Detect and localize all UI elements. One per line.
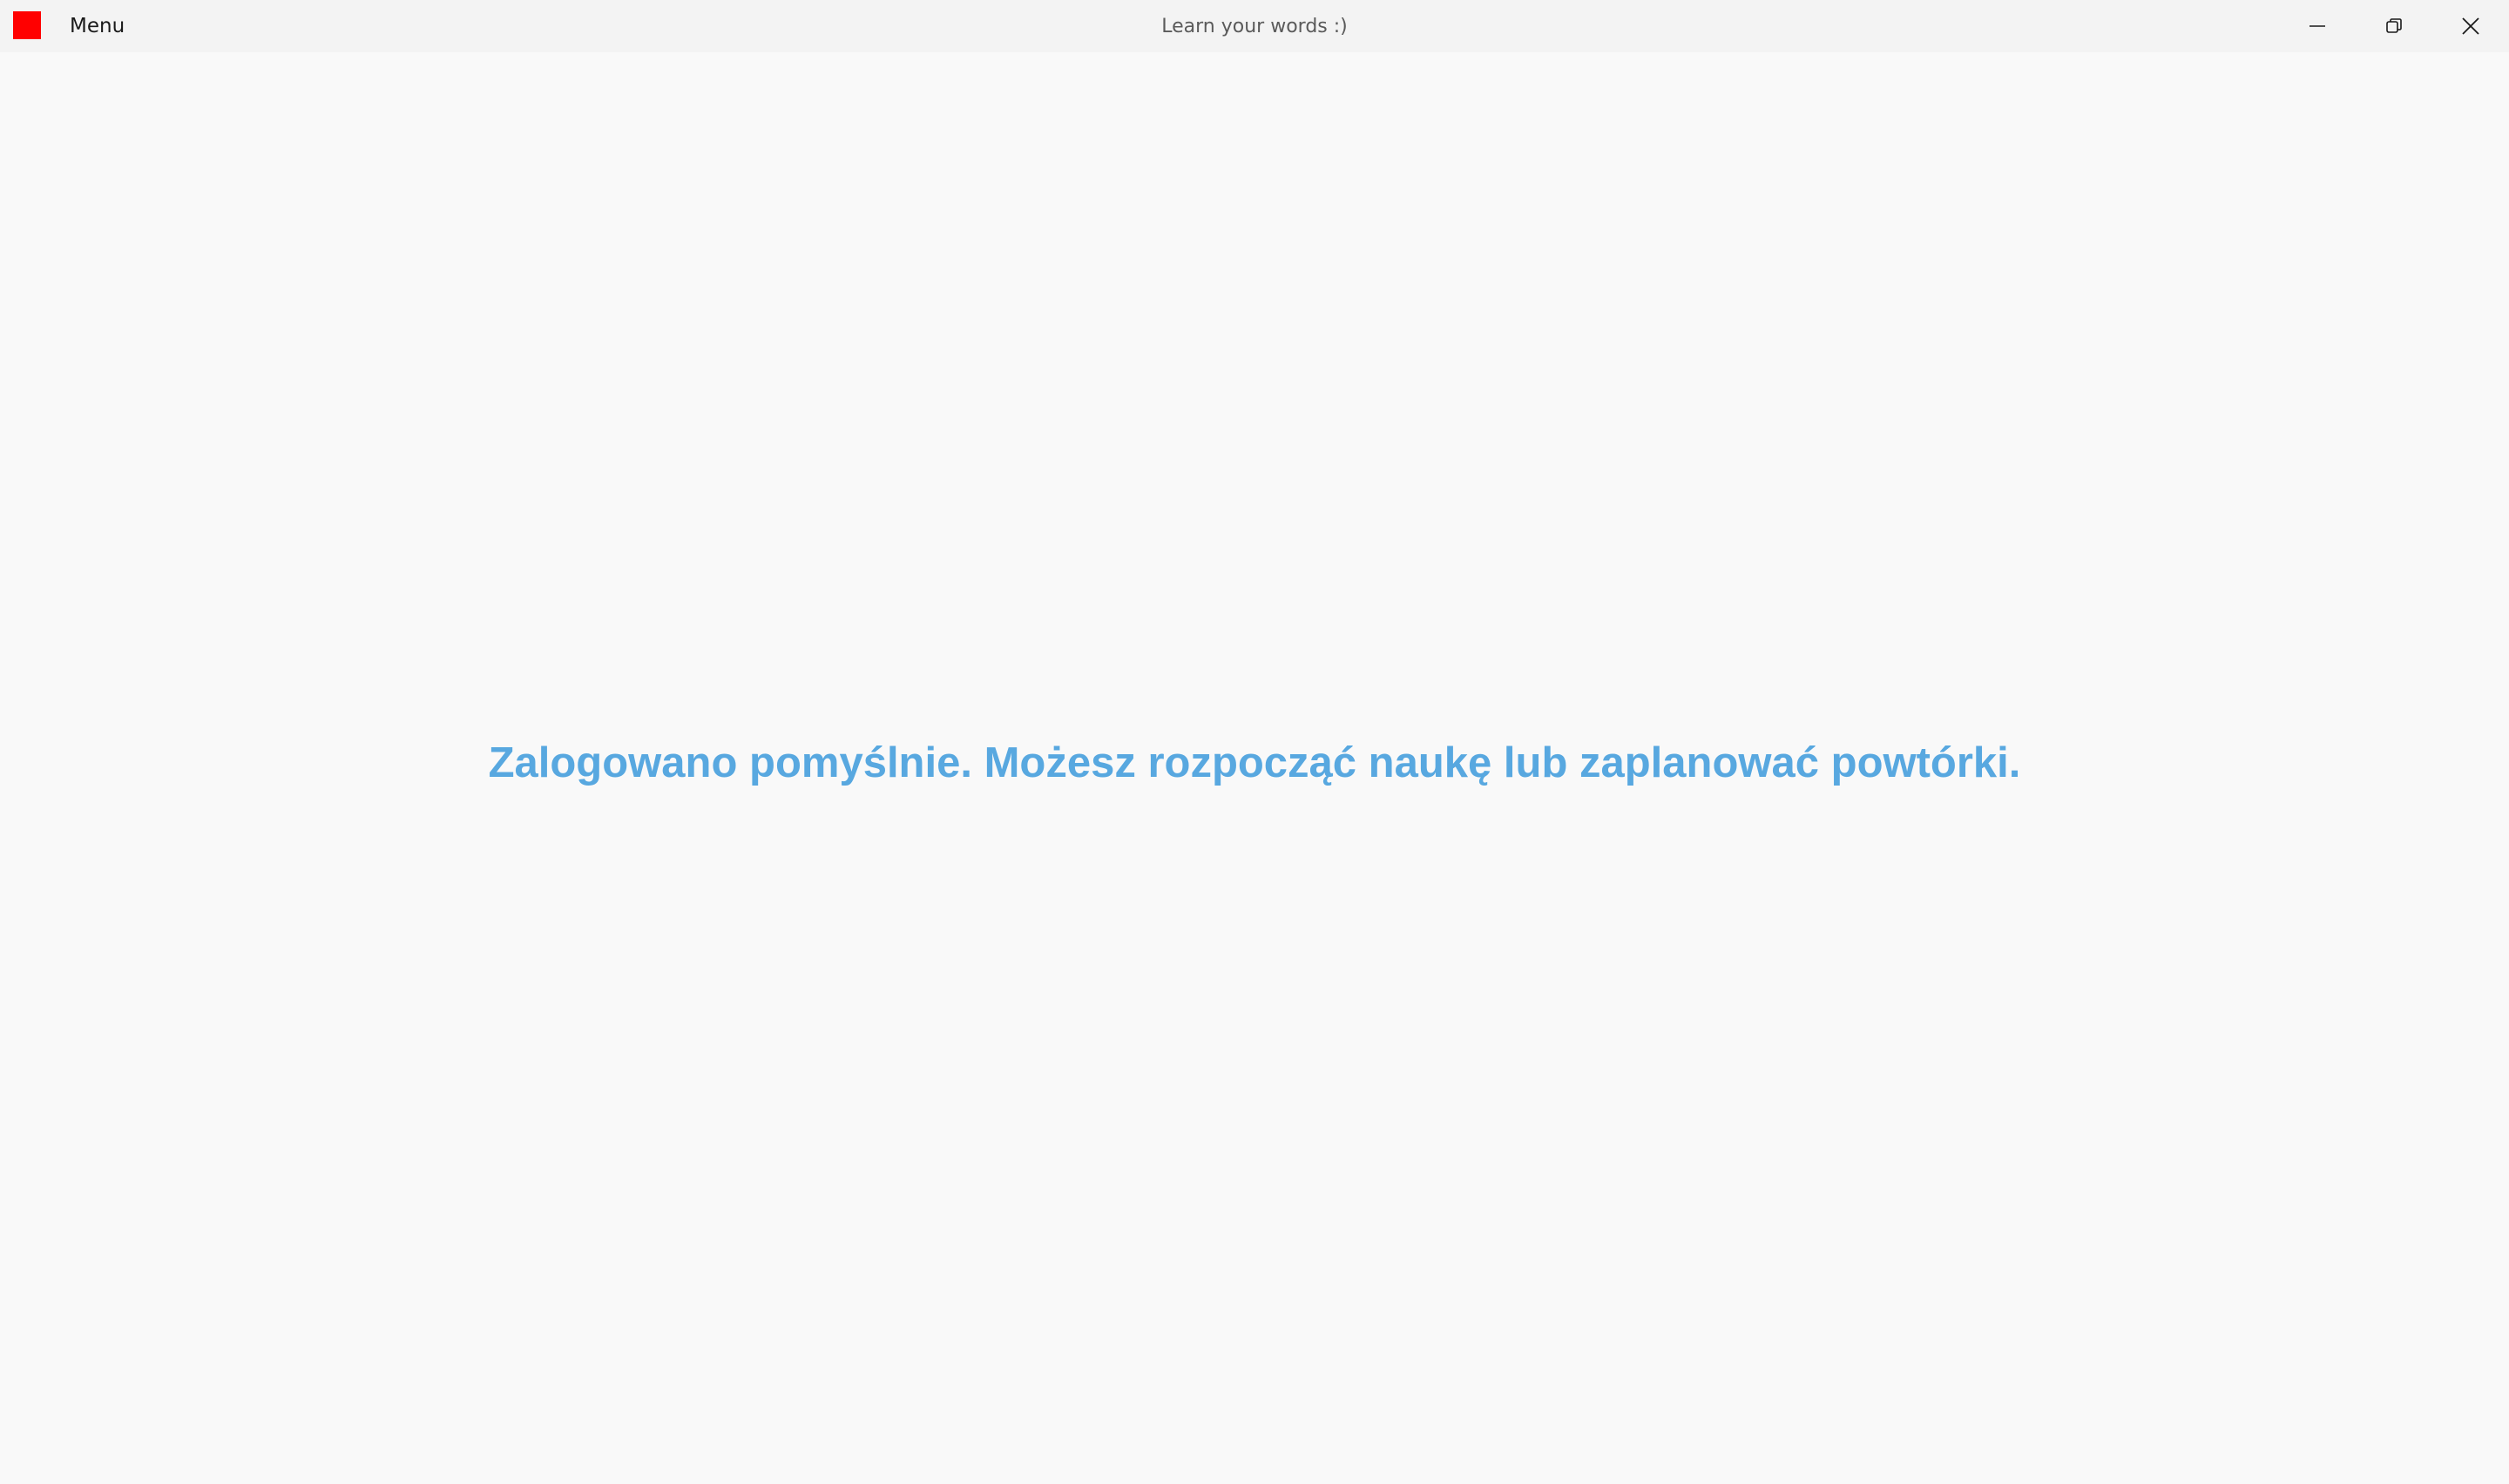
- close-icon: [2462, 17, 2479, 35]
- restore-icon: [2386, 18, 2402, 33]
- app-logo-icon: [13, 11, 41, 39]
- app-window: Menu Learn your words :) Zalogowano pomy…: [0, 0, 2509, 1484]
- title-bar[interactable]: Menu Learn your words :): [0, 0, 2509, 52]
- close-button[interactable]: [2432, 0, 2509, 52]
- restore-button[interactable]: [2356, 0, 2432, 52]
- window-title: Learn your words :): [1161, 15, 1348, 37]
- menu-button[interactable]: Menu: [57, 7, 137, 45]
- main-content: Zalogowano pomyślnie. Możesz rozpocząć n…: [0, 52, 2509, 1484]
- login-success-message: Zalogowano pomyślnie. Możesz rozpocząć n…: [488, 739, 2021, 786]
- minimize-button[interactable]: [2279, 0, 2356, 52]
- minimize-icon: [2309, 25, 2325, 27]
